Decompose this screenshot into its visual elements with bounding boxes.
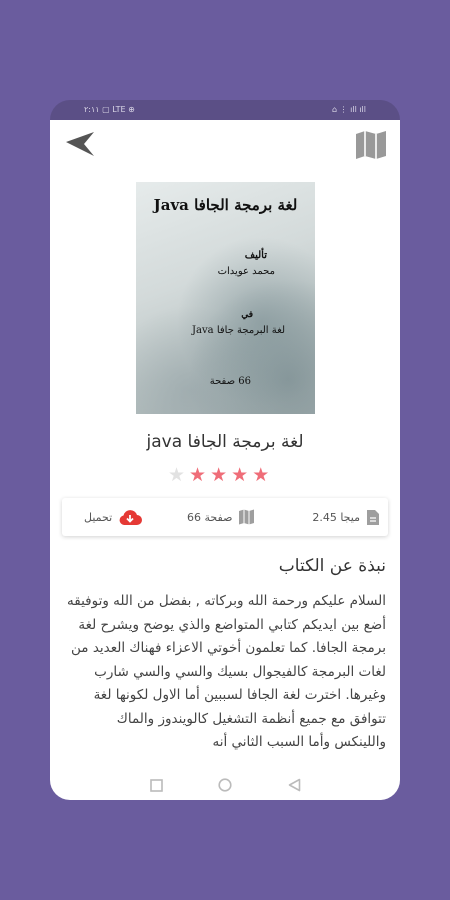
back-arrow-icon[interactable] [64,130,96,158]
status-left: ٢:١١ ▢ LTE ⊕ [84,105,135,114]
home-button[interactable] [218,778,232,792]
status-bar: ٢:١١ ▢ LTE ⊕ ⌂ ⋮ ıll ıll [50,100,400,120]
cover-author: محمد عويدات [217,266,275,277]
star-filled-icon: ★ [231,464,249,486]
navigation-bar [50,770,400,800]
rating-stars: ★ ★ ★ ★ ★ [168,465,269,485]
cover-subtitle: لغة البرمجة جافا Java [192,325,285,336]
file-size-label: 2.45 ميجا [312,510,360,524]
cloud-download-icon [119,509,143,525]
map-icon[interactable] [354,130,388,160]
book-title: لغة برمجة الجافا java [146,432,304,452]
file-icon [367,509,379,525]
star-empty-icon: ★ [168,464,186,486]
download-label: تحميل [84,510,113,524]
status-right: ⌂ ⋮ ıll ıll [332,105,366,114]
cover-pages: 66 صفحة [209,376,251,387]
top-bar [50,120,400,170]
square-icon [149,778,163,792]
cover-title: لغة برمجة الجافا Java [153,196,298,214]
triangle-back-icon [288,778,300,792]
phone-frame: ٢:١١ ▢ LTE ⊕ ⌂ ⋮ ıll ıll لغة برمجة الجاف… [50,100,400,800]
about-heading: نبذة عن الكتاب [278,556,386,576]
star-filled-icon: ★ [252,464,270,486]
status-icons: ⌂ ⋮ ıll ıll [331,105,366,114]
book-cover: لغة برمجة الجافا Java تأليف محمد عويدات … [136,182,315,414]
book-info-card: 2.45 ميجا 66 صفحة تحميل [62,498,388,536]
download-button[interactable]: تحميل [84,498,143,536]
circle-icon [218,778,232,792]
screen: لغة برمجة الجافا Java تأليف محمد عويدات … [50,120,400,770]
recents-button[interactable] [149,778,163,792]
cover-in: في [241,310,253,320]
file-size: 2.45 ميجا [312,498,380,536]
cover-by: تأليف [244,250,267,261]
about-text: السلام عليكم ورحمة الله وبركاته , بفضل م… [67,593,386,750]
back-button[interactable] [287,778,301,792]
status-time: ٢:١١ ▢ LTE ⊕ [84,105,135,114]
page-count-label: 66 صفحة [187,510,233,524]
star-filled-icon: ★ [210,464,228,486]
star-filled-icon: ★ [189,464,207,486]
map-icon [239,509,255,525]
page-count: 66 صفحة [187,498,255,536]
